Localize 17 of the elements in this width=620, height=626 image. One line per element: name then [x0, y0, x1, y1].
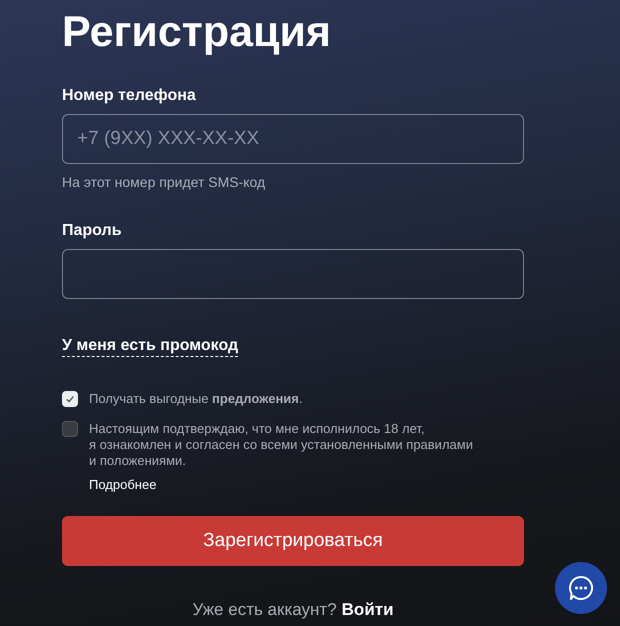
account-prompt: Уже есть аккаунт? — [192, 600, 337, 620]
promo-link[interactable]: У меня есть промокод — [62, 337, 238, 357]
field-label: Пароль — [62, 221, 123, 241]
page-title: Регистрация — [62, 7, 332, 58]
consent-text: Настоящим подтверждаю, что мне исполнилось 18 лет, я ознакомлен и согласен со всеми установленными правилами и положениями. — [89, 421, 473, 469]
checkbox[interactable] — [62, 421, 78, 437]
details-link[interactable]: Подробнее — [89, 477, 156, 492]
chat-button[interactable] — [555, 562, 607, 614]
check-icon — [65, 394, 75, 404]
phone-input[interactable]: +7 (9XX) XXX-XX-XX — [62, 114, 524, 164]
field-label: Номер телефона — [62, 86, 197, 106]
register-button[interactable]: Зарегистрироваться — [62, 516, 524, 566]
field-hint: На этот номер придет SMS-код — [62, 173, 266, 191]
chat-icon — [567, 574, 595, 602]
login-link[interactable]: Войти — [342, 600, 394, 620]
password-input[interactable] — [62, 249, 524, 299]
consent-text: Получать выгодные предложения. — [89, 391, 302, 407]
